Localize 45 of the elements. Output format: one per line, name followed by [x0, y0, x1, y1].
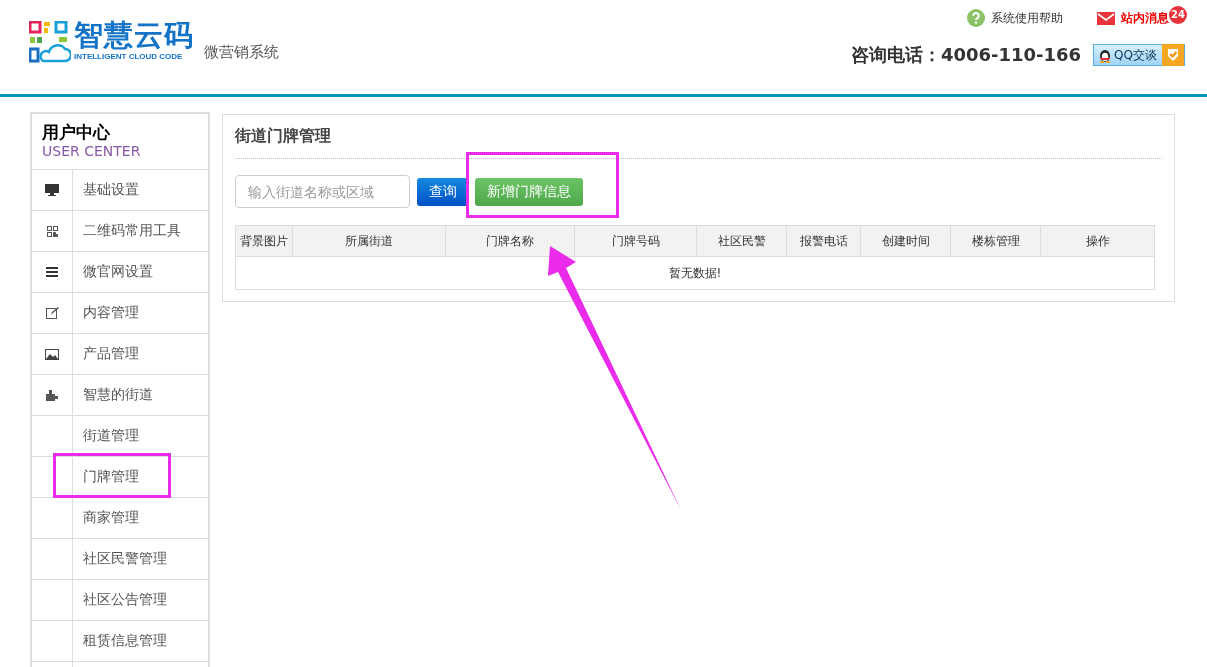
- monitor-icon: [45, 184, 59, 196]
- user-center-title: 用户中心: [42, 122, 111, 142]
- penguin-icon: [1098, 47, 1113, 63]
- check-shield-icon: [1162, 44, 1184, 66]
- sidebar-menu-item[interactable]: 产品管理: [73, 334, 208, 374]
- user-center-subtitle: USER CENTER: [42, 142, 142, 160]
- menu-icon: [46, 267, 58, 277]
- column-header: 所属街道: [292, 225, 446, 257]
- column-header: 门牌名称: [445, 225, 575, 257]
- column-header: 门牌号码: [574, 225, 697, 257]
- image-icon: [45, 348, 59, 360]
- message-count-badge: 24: [1169, 6, 1187, 24]
- sidebar-submenu-item[interactable]: 商家管理: [73, 498, 208, 538]
- sidebar-submenu-item[interactable]: 门牌管理: [73, 457, 208, 497]
- sidebar-menu-item[interactable]: 基础设置: [73, 170, 208, 210]
- column-header: 社区民警: [696, 225, 787, 257]
- column-header: 创建时间: [860, 225, 951, 257]
- system-name: 微营销系统: [204, 43, 279, 62]
- qr-code-icon: [46, 225, 58, 237]
- edit-icon: [45, 307, 59, 319]
- column-header: 背景图片: [235, 225, 293, 257]
- qq-chat-button[interactable]: QQ交谈: [1093, 44, 1185, 66]
- envelope-icon: [1097, 11, 1115, 25]
- column-header: 操作: [1040, 225, 1155, 257]
- sidebar-submenu-item[interactable]: 租赁信息管理: [73, 621, 208, 661]
- sidebar-submenu-item[interactable]: 社区民警管理: [73, 539, 208, 579]
- column-header: 报警电话: [786, 225, 861, 257]
- page-title: 街道门牌管理: [235, 115, 1162, 159]
- logo-title: 智慧云码: [74, 19, 194, 51]
- sidebar-menu-item[interactable]: 二维码常用工具: [73, 211, 208, 251]
- sidebar-submenu-item[interactable]: 社区公告管理: [73, 580, 208, 620]
- puzzle-icon: [45, 389, 59, 401]
- question-icon: [967, 9, 985, 27]
- phone-number: 咨询电话：4006-110-166: [850, 43, 1082, 67]
- column-header: 楼栋管理: [950, 225, 1041, 257]
- help-link[interactable]: 系统使用帮助: [967, 9, 1063, 27]
- sidebar-submenu-item[interactable]: 街道管理: [73, 416, 208, 456]
- messages-link[interactable]: 站内消息: [1097, 9, 1169, 27]
- logo-subtitle: INTELLIGENT CLOUD CODE: [74, 51, 184, 63]
- query-button[interactable]: 查询: [417, 177, 468, 206]
- search-field[interactable]: 输入街道名称或区域: [235, 175, 410, 208]
- logo-icon: [29, 21, 71, 63]
- sidebar-menu-item[interactable]: 智慧的街道: [73, 375, 208, 415]
- sidebar-menu-item[interactable]: 内容管理: [73, 293, 208, 333]
- sidebar-menu-item[interactable]: 微官网设置: [73, 252, 208, 292]
